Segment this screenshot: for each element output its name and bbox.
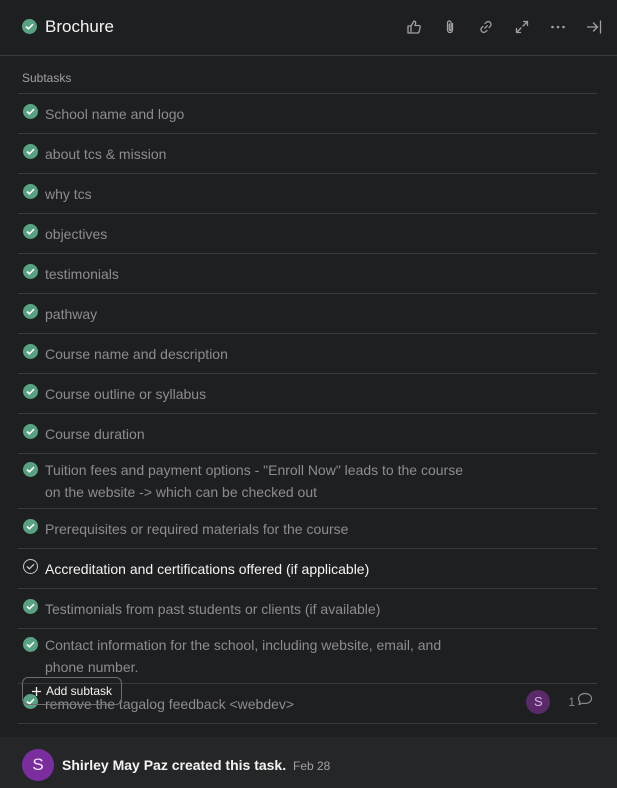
subtask-row[interactable]: pathway [18, 294, 597, 334]
task-complete-icon[interactable] [22, 19, 37, 34]
incomplete-check-icon[interactable] [23, 559, 38, 574]
subtask-label: Course name and description [45, 346, 228, 362]
subtask-meta: S1 [526, 690, 593, 714]
subtask-row[interactable]: Tuition fees and payment options - "Enro… [18, 454, 597, 509]
more-icon[interactable] [547, 14, 569, 40]
completed-check-icon[interactable] [23, 637, 38, 652]
subtask-label: objectives [45, 226, 108, 242]
task-toolbar [403, 14, 605, 40]
completed-check-icon[interactable] [23, 599, 38, 614]
subtask-row[interactable]: testimonials [18, 254, 597, 294]
subtask-label: why tcs [45, 186, 92, 202]
thumbs-up-icon[interactable] [403, 14, 425, 40]
subtask-label: Course outline or syllabus [45, 386, 207, 402]
activity-date: Feb 28 [293, 759, 331, 773]
subtask-label: Tuition fees and payment options - "Enro… [45, 462, 463, 478]
subtask-label: Contact information for the school, incl… [45, 637, 442, 653]
subtask-row[interactable]: Course outline or syllabus [18, 374, 597, 414]
subtask-label-continued: phone number. [45, 659, 139, 675]
comment-icon [577, 691, 593, 713]
add-subtask-button[interactable]: Add subtask [22, 677, 123, 705]
activity-text: Shirley May Paz created this task. [62, 757, 287, 773]
subtask-label: testimonials [45, 266, 119, 282]
close-panel-icon[interactable] [583, 14, 605, 40]
completed-check-icon[interactable] [23, 104, 38, 119]
completed-check-icon[interactable] [23, 344, 38, 359]
subtask-label: Testimonials from past students or clien… [45, 601, 381, 617]
subtask-row[interactable]: Course duration [18, 414, 597, 454]
assignee-avatar[interactable]: S [526, 690, 551, 714]
subtask-row[interactable]: why tcs [18, 174, 597, 214]
expand-icon[interactable] [511, 14, 533, 40]
subtask-row[interactable]: Testimonials from past students or clien… [18, 589, 597, 629]
subtask-label: about tcs & mission [45, 146, 167, 162]
subtasks-heading: Subtasks [22, 71, 72, 85]
completed-check-icon[interactable] [23, 224, 38, 239]
subtask-label: pathway [45, 306, 98, 322]
subtask-row[interactable]: Prerequisites or required materials for … [18, 509, 597, 549]
completed-check-icon[interactable] [23, 462, 38, 477]
completed-check-icon[interactable] [23, 304, 38, 319]
add-subtask-label: Add subtask [46, 684, 113, 698]
link-icon[interactable] [475, 14, 497, 40]
comment-count[interactable]: 1 [568, 691, 593, 713]
subtask-row[interactable]: objectives [18, 214, 597, 254]
subtask-row[interactable]: Contact information for the school, incl… [18, 629, 597, 684]
completed-check-icon[interactable] [23, 519, 38, 534]
subtask-label: Accreditation and certifications offered… [45, 561, 370, 577]
activity-feed: S Shirley May Paz created this task. Feb… [0, 737, 617, 788]
subtask-row[interactable]: about tcs & mission [18, 134, 597, 174]
subtask-label: Course duration [45, 426, 145, 442]
subtask-label-continued: on the website -> which can be checked o… [45, 484, 318, 500]
completed-check-icon[interactable] [23, 424, 38, 439]
subtask-row[interactable]: School name and logo [18, 94, 597, 134]
subtask-label: School name and logo [45, 106, 185, 122]
paperclip-icon[interactable] [439, 14, 461, 40]
task-header: Brochure [0, 0, 617, 56]
completed-check-icon[interactable] [23, 264, 38, 279]
subtask-row[interactable]: Course name and description [18, 334, 597, 374]
completed-check-icon[interactable] [23, 184, 38, 199]
plus-icon [32, 686, 41, 696]
subtask-list: School name and logo about tcs & mission w… [18, 93, 597, 724]
subtask-row[interactable]: Accreditation and certifications offered… [18, 549, 597, 589]
comment-count-value: 1 [568, 695, 575, 709]
completed-check-icon[interactable] [23, 384, 38, 399]
task-title[interactable]: Brochure [45, 16, 114, 38]
subtask-label: Prerequisites or required materials for … [45, 521, 349, 537]
avatar[interactable]: S [22, 749, 54, 781]
completed-check-icon[interactable] [23, 144, 38, 159]
